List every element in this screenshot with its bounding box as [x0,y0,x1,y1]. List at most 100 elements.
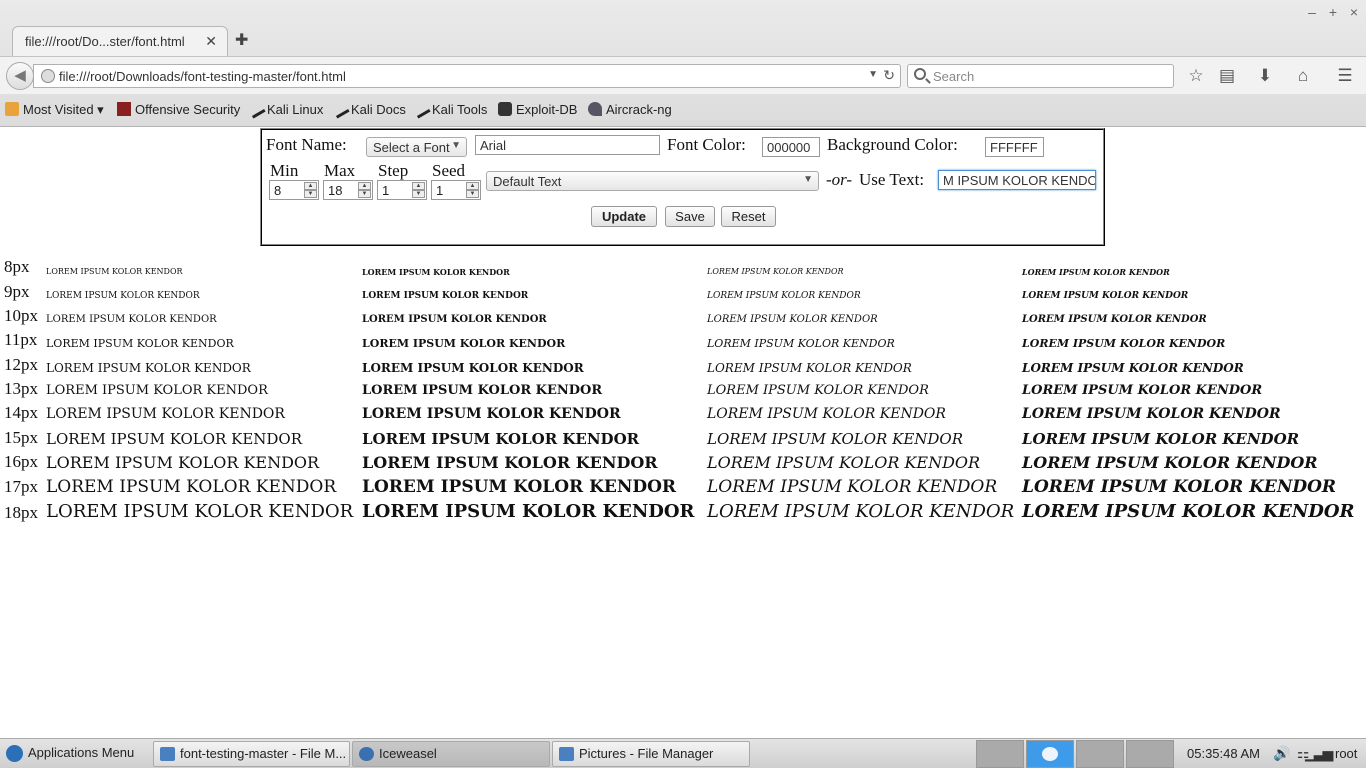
size-label: 14px [4,403,38,422]
browser-chrome: – + × file:///root/Do...ster/font.html ✕… [0,0,1366,127]
size-label: 18px [4,503,38,522]
max-stepper[interactable]: 18 ▲ ▼ [323,180,373,200]
workspace-3[interactable] [1076,740,1124,768]
sample-bold-italic: LOREM IPSUM KOLOR KENDOR [1022,267,1170,278]
maximize-icon[interactable]: + [1324,3,1342,21]
sample-regular: LOREM IPSUM KOLOR KENDOR [46,406,285,423]
offsec-icon [117,102,131,116]
save-button[interactable]: Save [665,206,715,227]
bookmark-kali-linux[interactable]: Kali Linux [246,99,323,119]
use-text-label: Use Text: [859,170,925,189]
globe-icon [41,69,55,83]
home-icon[interactable]: ⌂ [1292,65,1314,87]
or-label: -or- [826,170,853,189]
sample-bold: LOREM IPSUM KOLOR KENDOR [362,430,640,448]
reading-list-icon[interactable]: ▤ [1216,65,1238,87]
reset-button[interactable]: Reset [721,206,776,227]
close-window-icon[interactable]: × [1345,3,1363,21]
spin-up-icon[interactable]: ▲ [412,182,425,190]
menu-icon[interactable]: ☰ [1334,65,1356,87]
workspace-4[interactable] [1126,740,1174,768]
back-button[interactable]: ◀ [6,62,34,90]
volume-icon[interactable]: 🔊 [1273,745,1290,762]
sample-bold-italic: LOREM IPSUM KOLOR KENDOR [1022,452,1318,472]
sample-bold-italic: LOREM IPSUM KOLOR KENDOR [1022,430,1300,448]
sample-regular: LOREM IPSUM KOLOR KENDOR [46,430,303,448]
sample-italic: LOREM IPSUM KOLOR KENDOR [707,476,998,497]
bookmark-offensive-security[interactable]: Offensive Security [117,102,240,117]
search-input[interactable]: Search [907,64,1174,88]
workspace-1[interactable] [976,740,1024,768]
exploit-db-icon [498,102,512,116]
sample-bold: LOREM IPSUM KOLOR KENDOR [362,406,621,423]
bookmark-kali-docs[interactable]: Kali Docs [330,99,406,119]
tab-title: file:///root/Do...ster/font.html [25,34,185,49]
new-tab-icon[interactable]: ✚ [235,30,248,50]
font-select[interactable]: Select a Font ▼ [366,137,467,157]
spin-up-icon[interactable]: ▲ [466,182,479,190]
seed-stepper[interactable]: 1 ▲ ▼ [431,180,481,200]
size-label: 12px [4,355,38,374]
size-label: 15px [4,428,38,447]
sample-regular: LOREM IPSUM KOLOR KENDOR [46,452,320,472]
bookmark-aircrack-ng[interactable]: Aircrack-ng [588,102,672,117]
task-iceweasel[interactable]: Iceweasel [352,741,550,767]
bookmark-most-visited[interactable]: Most Visited ▾ [5,102,104,118]
bookmark-exploit-db[interactable]: Exploit-DB [498,102,577,117]
bookmark-kali-tools[interactable]: Kali Tools [411,99,487,119]
size-label: 16px [4,452,38,471]
sample-bold-italic: LOREM IPSUM KOLOR KENDOR [1022,314,1207,325]
spin-up-icon[interactable]: ▲ [304,182,317,190]
page-content: Font Name: Select a Font ▼ Arial Font Col… [0,127,1366,738]
font-name-label: Font Name: [266,135,347,154]
sample-bold: LOREM IPSUM KOLOR KENDOR [362,291,529,302]
sample-bold: LOREM IPSUM KOLOR KENDOR [362,501,695,523]
spin-down-icon[interactable]: ▼ [304,190,317,198]
sample-italic: LOREM IPSUM KOLOR KENDOR [707,291,861,302]
use-text-input[interactable]: M IPSUM KOLOR KENDOR [938,170,1096,190]
step-stepper[interactable]: 1 ▲ ▼ [377,180,427,200]
update-button[interactable]: Update [591,206,657,227]
iceweasel-icon [359,747,374,761]
font-controls-panel: Font Name: Select a Font ▼ Arial Font Col… [260,128,1105,246]
sample-bold: LOREM IPSUM KOLOR KENDOR [362,383,603,399]
bookmark-star-icon[interactable]: ☆ [1185,65,1207,87]
size-label: 8px [4,257,30,276]
task-file-manager-font-testing[interactable]: font-testing-master - File M... [153,741,350,767]
size-label: 13px [4,379,38,398]
sample-italic: LOREM IPSUM KOLOR KENDOR [707,501,1015,523]
font-color-input[interactable]: 000000 [762,137,820,157]
folder-icon [5,102,19,116]
download-icon[interactable]: ⬇ [1254,65,1276,87]
sample-bold: LOREM IPSUM KOLOR KENDOR [362,336,566,350]
signal-bars-icon[interactable]: ▁▃▅ [1305,745,1333,762]
browser-tab[interactable]: file:///root/Do...ster/font.html ✕ [12,26,228,56]
sample-bold-italic: LOREM IPSUM KOLOR KENDOR [1022,360,1244,375]
sample-regular: LOREM IPSUM KOLOR KENDOR [46,360,251,375]
spin-down-icon[interactable]: ▼ [358,190,371,198]
workspace-2[interactable] [1026,740,1074,768]
spin-down-icon[interactable]: ▼ [412,190,425,198]
spin-down-icon[interactable]: ▼ [466,190,479,198]
applications-menu-button[interactable]: Applications Menu [3,741,140,767]
tab-close-icon[interactable]: ✕ [205,33,217,50]
sample-bold-italic: LOREM IPSUM KOLOR KENDOR [1022,336,1226,350]
reload-icon[interactable]: ↻ [883,67,895,84]
step-label: Step [378,161,409,180]
font-color-label: Font Color: [667,135,746,154]
minimize-icon[interactable]: – [1303,3,1321,21]
history-dropdown-icon[interactable]: ▼ [868,69,878,80]
spin-up-icon[interactable]: ▲ [358,182,371,190]
font-name-input[interactable]: Arial [475,135,660,155]
sample-regular: LOREM IPSUM KOLOR KENDOR [46,314,217,325]
sample-bold-italic: LOREM IPSUM KOLOR KENDOR [1022,406,1281,423]
sample-italic: LOREM IPSUM KOLOR KENDOR [707,406,946,423]
min-label: Min [270,161,299,180]
applications-menu-icon [6,745,23,762]
min-stepper[interactable]: 8 ▲ ▼ [269,180,319,200]
size-label: 10px [4,306,38,325]
background-color-input[interactable]: FFFFFF [985,137,1044,157]
task-pictures-file-manager[interactable]: Pictures - File Manager [552,741,750,767]
url-bar[interactable]: file:///root/Downloads/font-testing-mast… [33,64,901,88]
text-select[interactable]: Default Text ▼ [486,171,819,191]
